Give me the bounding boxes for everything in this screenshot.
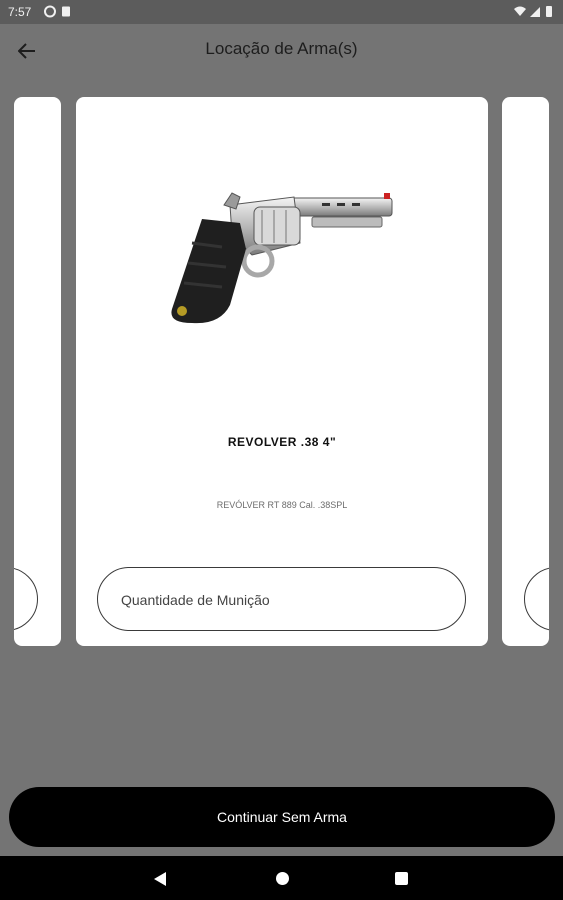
previous-ammo-field (14, 567, 38, 631)
sim-card-icon (62, 6, 70, 17)
status-icons-right (513, 5, 555, 21)
system-nav-bar (0, 856, 563, 900)
status-icons-left (44, 5, 74, 21)
nav-recents-icon[interactable] (395, 872, 408, 885)
nav-back-icon[interactable] (153, 871, 167, 887)
nav-home-icon[interactable] (276, 872, 289, 885)
weapon-name: REVOLVER .38 4" (227, 435, 337, 449)
weapon-description: REVÓLVER RT 889 Cal. .38SPL (216, 500, 348, 510)
ammo-quantity-placeholder: Quantidade de Munição (121, 592, 270, 608)
continue-without-weapon-button[interactable]: Continuar Sem Arma (9, 787, 555, 847)
ammo-quantity-input[interactable]: Quantidade de Munição (97, 567, 466, 631)
card-next[interactable] (502, 97, 549, 646)
battery-icon (546, 6, 552, 17)
ring-icon (44, 5, 70, 18)
status-bar: 7:57 (0, 0, 563, 24)
revolver-image (171, 192, 393, 324)
wifi-icon (514, 6, 526, 16)
page-title: Locação de Arma(s) (205, 39, 358, 58)
app-bar: Locação de Arma(s) (0, 24, 563, 78)
card-previous[interactable] (14, 97, 61, 646)
weapon-card[interactable]: REVOLVER .38 4" REVÓLVER RT 889 Cal. .38… (76, 97, 488, 646)
signal-icon (530, 7, 540, 17)
continue-label: Continuar Sem Arma (217, 809, 347, 825)
next-ammo-field (524, 567, 549, 631)
status-time: 7:57 (8, 5, 32, 19)
